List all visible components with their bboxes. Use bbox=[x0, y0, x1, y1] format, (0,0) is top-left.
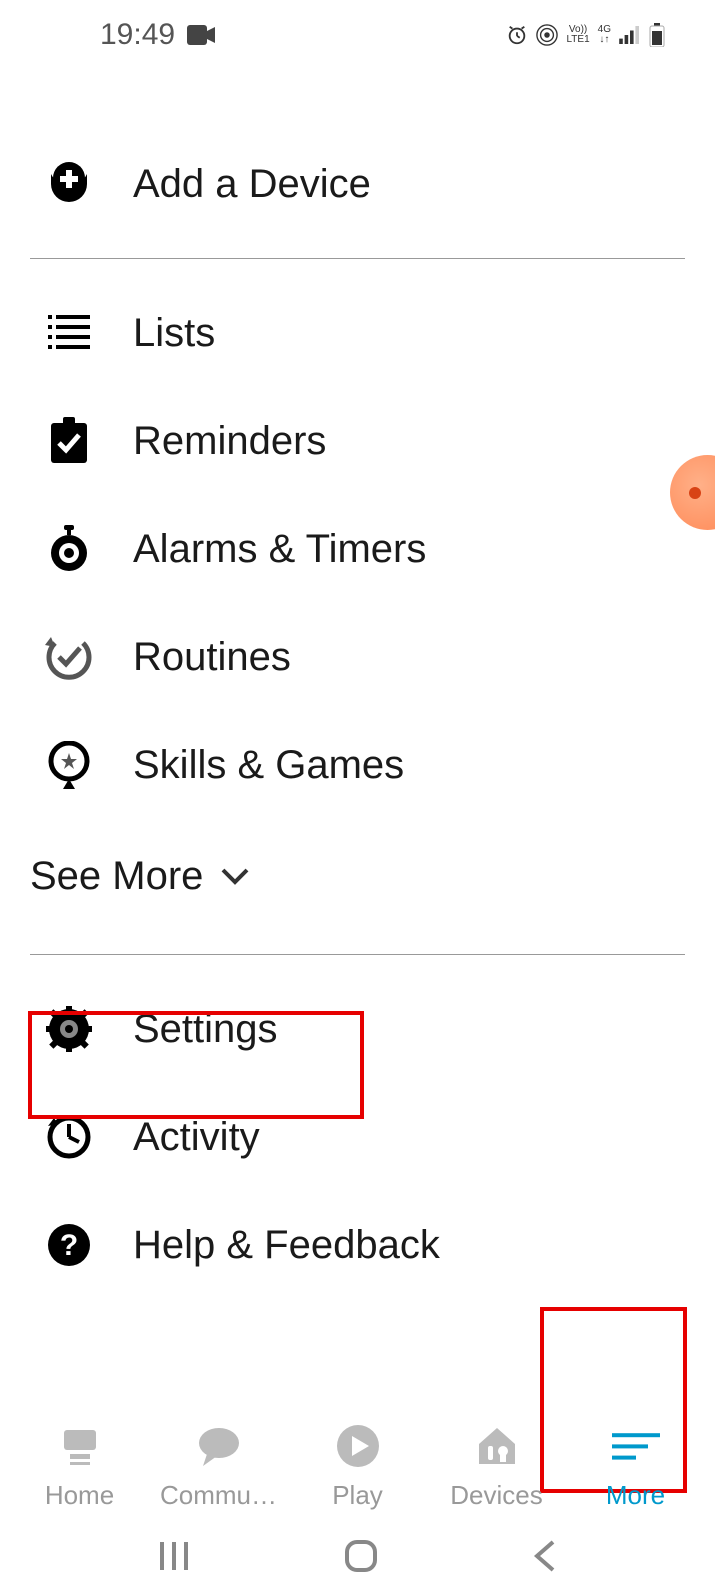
menu-lists[interactable]: Lists bbox=[0, 279, 715, 387]
home-icon bbox=[56, 1422, 104, 1470]
menu-skills[interactable]: Skills & Games bbox=[0, 711, 715, 819]
record-dot-icon bbox=[689, 487, 701, 499]
status-right: Vo))LTE1 4G↓↑ bbox=[506, 23, 665, 47]
signal-icon bbox=[619, 26, 641, 44]
menu-lists-label: Lists bbox=[133, 311, 215, 356]
menu-help[interactable]: ? Help & Feedback bbox=[0, 1191, 715, 1299]
nav-home-label: Home bbox=[45, 1480, 114, 1511]
reminders-icon bbox=[45, 417, 93, 465]
skills-icon bbox=[45, 741, 93, 789]
battery-icon bbox=[649, 23, 665, 47]
nav-play-label: Play bbox=[332, 1480, 383, 1511]
divider bbox=[30, 258, 685, 259]
hotspot-icon bbox=[536, 24, 558, 46]
highlight-settings bbox=[28, 1011, 364, 1119]
devices-icon bbox=[473, 1422, 521, 1470]
menu-help-label: Help & Feedback bbox=[133, 1223, 440, 1268]
menu-skills-label: Skills & Games bbox=[133, 743, 404, 788]
nav-devices-label: Devices bbox=[450, 1480, 542, 1511]
menu-reminders-label: Reminders bbox=[133, 419, 326, 464]
system-back-icon[interactable] bbox=[531, 1538, 559, 1574]
bottom-nav: Home Commu… Play Devices More bbox=[0, 1402, 715, 1521]
add-device-icon bbox=[45, 160, 93, 208]
menu-alarms-label: Alarms & Timers bbox=[133, 527, 426, 572]
lists-icon bbox=[45, 309, 93, 357]
menu-routines-label: Routines bbox=[133, 635, 291, 680]
activity-icon bbox=[45, 1113, 93, 1161]
network-indicator: 4G↓↑ bbox=[598, 25, 611, 45]
camera-icon bbox=[187, 25, 215, 45]
nav-more[interactable]: More bbox=[566, 1422, 705, 1511]
status-time: 19:49 bbox=[100, 18, 175, 52]
see-more-label: See More bbox=[30, 854, 203, 899]
routines-icon bbox=[45, 633, 93, 681]
chevron-down-icon bbox=[221, 868, 249, 886]
nav-communicate-label: Commu… bbox=[160, 1480, 277, 1511]
nav-devices[interactable]: Devices bbox=[427, 1422, 566, 1511]
communicate-icon bbox=[195, 1422, 243, 1470]
svg-text:?: ? bbox=[60, 1229, 78, 1262]
menu-add-device[interactable]: Add a Device bbox=[0, 130, 715, 238]
help-icon: ? bbox=[45, 1221, 93, 1269]
system-recent-icon[interactable] bbox=[156, 1538, 192, 1574]
nav-more-label: More bbox=[606, 1480, 665, 1511]
nav-play[interactable]: Play bbox=[288, 1422, 427, 1511]
alarm-icon bbox=[506, 24, 528, 46]
status-bar: 19:49 Vo))LTE1 4G↓↑ bbox=[0, 0, 715, 60]
menu-reminders[interactable]: Reminders bbox=[0, 387, 715, 495]
system-nav bbox=[0, 1521, 715, 1591]
more-icon bbox=[612, 1422, 660, 1470]
nav-home[interactable]: Home bbox=[10, 1422, 149, 1511]
menu-alarms[interactable]: Alarms & Timers bbox=[0, 495, 715, 603]
menu-see-more[interactable]: See More bbox=[0, 819, 715, 934]
system-home-icon[interactable] bbox=[343, 1538, 379, 1574]
nav-communicate[interactable]: Commu… bbox=[149, 1422, 288, 1511]
menu-add-device-label: Add a Device bbox=[133, 162, 371, 207]
menu-routines[interactable]: Routines bbox=[0, 603, 715, 711]
play-icon bbox=[334, 1422, 382, 1470]
divider bbox=[30, 954, 685, 955]
status-left: 19:49 bbox=[100, 18, 215, 52]
menu-activity-label: Activity bbox=[133, 1115, 260, 1160]
volte-indicator: Vo))LTE1 bbox=[566, 25, 589, 45]
alarms-icon bbox=[45, 525, 93, 573]
